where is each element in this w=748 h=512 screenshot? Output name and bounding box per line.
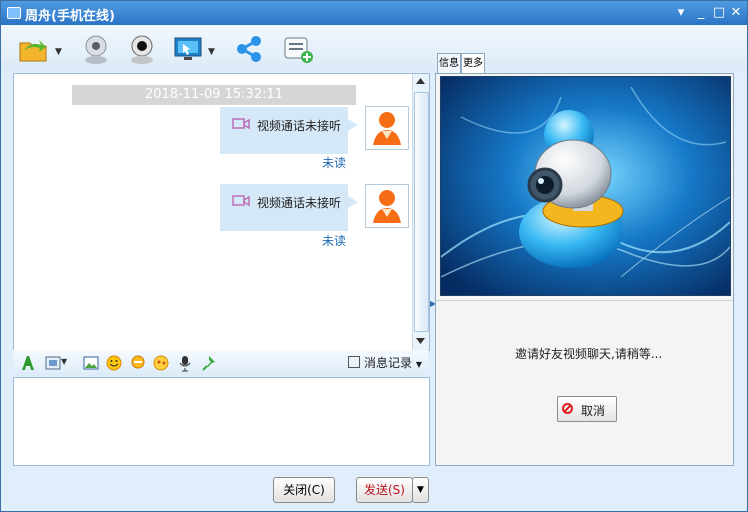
avatar[interactable] xyxy=(365,184,409,228)
cancel-icon xyxy=(562,403,573,414)
smiley-icon[interactable] xyxy=(105,354,123,372)
microphone-icon[interactable] xyxy=(176,354,194,372)
chat-scrollbar[interactable] xyxy=(412,74,429,350)
avatar[interactable] xyxy=(365,106,409,150)
send-button[interactable]: 发送(S) xyxy=(356,477,413,503)
cancel-label: 取消 xyxy=(581,404,606,418)
chat-bubble-icon[interactable] xyxy=(129,354,147,372)
emoji-panel-icon[interactable] xyxy=(44,354,62,372)
tab-more[interactable]: 更多 xyxy=(461,53,485,75)
pin-icon[interactable] xyxy=(201,354,219,372)
minimize-button[interactable]: _ xyxy=(693,5,709,21)
title-bar[interactable]: 周舟(手机在线) ▾ _ □ ✕ xyxy=(1,1,747,25)
tab-info[interactable]: 信息 xyxy=(437,53,461,75)
message-history-button[interactable]: 消息记录 ▼ xyxy=(348,354,422,371)
toolbar: ▼ ▼ xyxy=(1,25,747,71)
scroll-up-icon[interactable] xyxy=(416,77,425,84)
folder-share-icon[interactable] xyxy=(17,33,51,65)
message-input[interactable] xyxy=(13,377,430,466)
close-button[interactable]: 关闭(C) xyxy=(273,477,335,503)
video-call-icon xyxy=(232,118,250,130)
history-label: 消息记录 xyxy=(364,356,413,370)
message-bubble: 视频通话未接听 xyxy=(220,107,348,154)
folder-dropdown-arrow-icon[interactable]: ▼ xyxy=(55,47,63,57)
scroll-thumb[interactable] xyxy=(414,92,429,332)
message-text: 视频通话未接听 xyxy=(257,196,342,210)
message-bubble: 视频通话未接听 xyxy=(220,184,348,231)
webcam-icon[interactable] xyxy=(79,33,113,65)
maximize-button[interactable]: □ xyxy=(711,5,727,21)
message-timestamp: 2018-11-09 15:32:11 xyxy=(72,85,356,105)
video-preview xyxy=(440,76,731,296)
invite-status-text: 邀请好友视频聊天,请稍等... xyxy=(515,347,663,361)
scroll-down-icon[interactable] xyxy=(416,338,425,345)
emoji-dropdown-arrow-icon[interactable]: ▼ xyxy=(61,357,67,366)
close-window-button[interactable]: ✕ xyxy=(728,5,744,21)
share-icon[interactable] xyxy=(233,33,267,65)
user-avatar-icon xyxy=(373,190,401,223)
menu-button[interactable]: ▾ xyxy=(673,5,689,21)
message-text: 视频通话未接听 xyxy=(257,119,342,133)
input-toolbar: ▼ 消息记录 ▼ xyxy=(13,350,428,376)
window-title: 周舟(手机在线) xyxy=(25,9,115,24)
screen-dropdown-arrow-icon[interactable]: ▼ xyxy=(208,47,216,57)
video-call-panel: 邀请好友视频聊天,请稍等... 取消 xyxy=(435,73,734,466)
bottom-action-bar: 关闭(C) 发送(S) ▼ xyxy=(1,467,747,511)
sticker-icon[interactable] xyxy=(152,354,170,372)
message-tail xyxy=(348,119,358,131)
panel-divider xyxy=(436,300,733,301)
chat-window: 周舟(手机在线) ▾ _ □ ✕ ▼ ▼ 2018-11-09 15:32:11… xyxy=(0,0,748,512)
unread-status[interactable]: 未读 xyxy=(322,232,346,249)
chat-history[interactable]: 2018-11-09 15:32:11 视频通话未接听 未读 视频通话未接听 未… xyxy=(13,73,430,351)
unread-status[interactable]: 未读 xyxy=(322,154,346,171)
history-icon xyxy=(348,356,361,368)
history-dropdown-arrow-icon: ▼ xyxy=(415,360,422,369)
font-icon[interactable] xyxy=(19,354,37,372)
cancel-call-button[interactable]: 取消 xyxy=(557,396,617,422)
screen-share-icon[interactable] xyxy=(171,33,205,65)
video-call-icon xyxy=(232,195,250,207)
send-options-dropdown-icon[interactable]: ▼ xyxy=(412,477,429,503)
webcam-black-icon[interactable] xyxy=(125,33,159,65)
image-icon[interactable] xyxy=(82,354,100,372)
user-avatar-icon xyxy=(373,112,401,145)
message-add-icon[interactable] xyxy=(281,33,315,65)
video-camera-illustration-icon xyxy=(441,77,730,295)
chat-window-icon xyxy=(7,7,21,19)
message-tail xyxy=(348,196,358,208)
